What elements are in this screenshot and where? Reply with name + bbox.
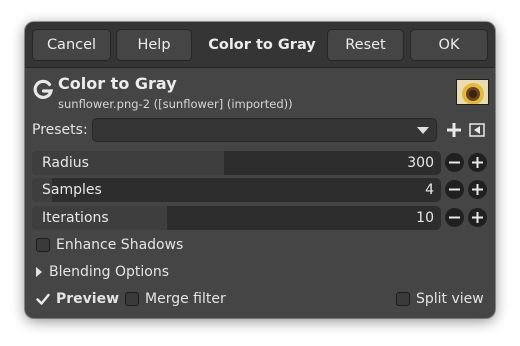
operation-title: Color to Gray [58,74,177,93]
minus-icon [449,188,460,191]
radius-slider[interactable]: Radius 300 [32,151,441,175]
radius-increment-button[interactable] [468,153,487,172]
gimp-logo-icon [33,79,53,99]
samples-decrement-button[interactable] [445,180,464,199]
split-view-checkbox[interactable]: Split view [396,291,484,307]
reset-button[interactable]: Reset [327,29,404,61]
checkbox-box [396,292,410,306]
merge-filter-checkbox[interactable]: Merge filter [125,291,226,307]
blending-options-expander[interactable]: Blending Options [36,264,169,280]
help-button[interactable]: Help [116,29,192,61]
presets-combo[interactable] [92,118,437,142]
color-to-gray-dialog: Cancel Help Color to Gray Reset OK Color… [25,22,495,318]
enhance-shadows-label: Enhance Shadows [56,237,184,253]
iterations-value: 10 [416,210,434,226]
cancel-button[interactable]: Cancel [32,29,111,61]
chevron-down-icon [417,127,429,134]
plus-icon [472,157,483,168]
enhance-shadows-checkbox[interactable]: Enhance Shadows [36,237,183,253]
samples-value: 4 [425,182,434,198]
image-thumbnail [456,79,489,105]
check-icon [36,293,50,305]
radius-label: Radius [42,155,89,171]
iterations-label: Iterations [42,210,109,226]
samples-label: Samples [42,182,102,198]
checkbox-box [36,238,50,252]
merge-filter-label: Merge filter [145,291,226,307]
presets-label: Presets: [32,122,88,138]
operation-header: Color to Gray sunflower.png-2 ([sunflowe… [25,69,495,115]
preview-checkbox[interactable]: Preview [36,291,119,307]
plus-icon [472,184,483,195]
samples-slider[interactable]: Samples 4 [32,178,441,202]
operation-subtitle: sunflower.png-2 ([sunflower] (imported)) [58,97,293,111]
add-preset-icon[interactable] [445,121,463,139]
radius-value: 300 [407,155,434,171]
radius-decrement-button[interactable] [445,153,464,172]
dialog-header-bar: Cancel Help Color to Gray Reset OK [25,22,495,68]
blending-options-label: Blending Options [49,264,169,280]
dialog-title: Color to Gray [208,37,316,53]
split-view-label: Split view [416,291,484,307]
preset-menu-icon[interactable] [468,121,486,139]
iterations-slider[interactable]: Iterations 10 [32,206,441,230]
checkbox-box [125,292,139,306]
plus-icon [472,212,483,223]
ok-button[interactable]: OK [410,29,488,61]
samples-increment-button[interactable] [468,180,487,199]
iterations-decrement-button[interactable] [445,208,464,227]
minus-icon [449,161,460,164]
expander-arrow-icon [36,267,42,277]
minus-icon [449,216,460,219]
iterations-increment-button[interactable] [468,208,487,227]
preview-label: Preview [56,291,120,307]
